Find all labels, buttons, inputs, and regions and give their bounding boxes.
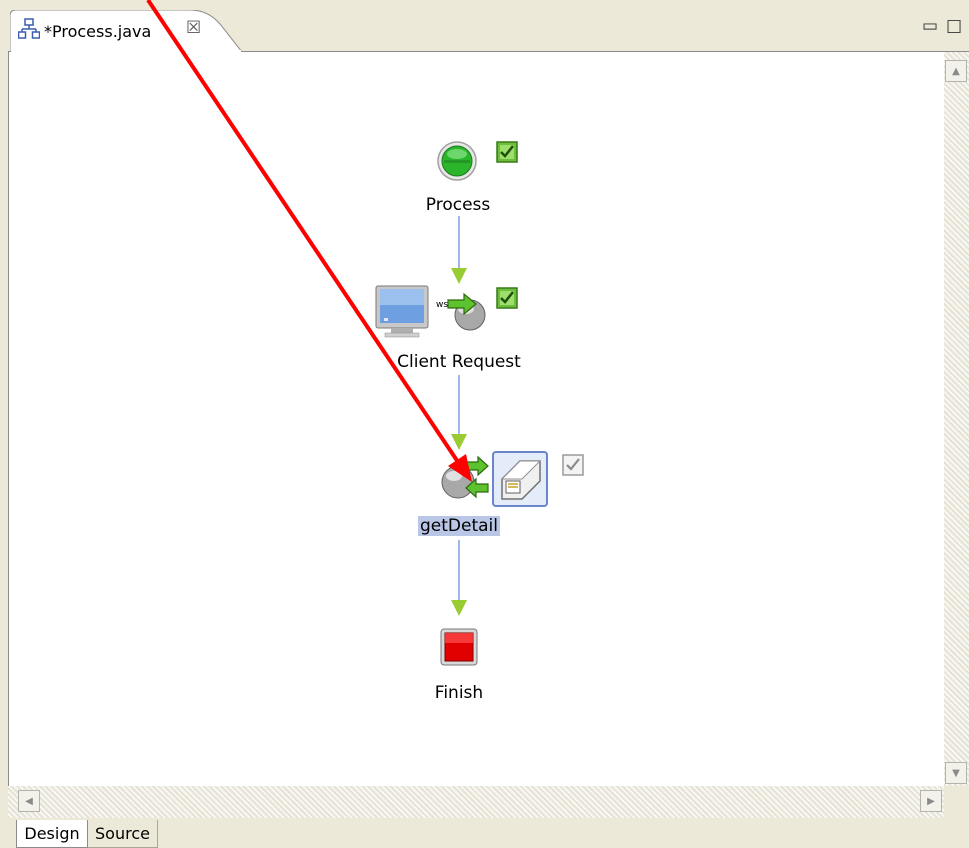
- scroll-right-icon[interactable]: ▶: [920, 790, 942, 812]
- scroll-up-icon[interactable]: ▲: [945, 60, 967, 82]
- vertical-scrollbar[interactable]: [944, 52, 969, 786]
- node-label-getdetail[interactable]: getDetail: [418, 516, 500, 536]
- client-request-icon[interactable]: [375, 285, 431, 339]
- validated-check-icon: [496, 141, 518, 163]
- minimize-icon[interactable]: ▭: [922, 16, 938, 36]
- process-diagram-icon: [18, 18, 40, 39]
- validated-check-icon: [496, 287, 518, 309]
- svg-text:ws: ws: [436, 300, 448, 310]
- invoke-service-icon: [441, 456, 489, 499]
- network-port-icon[interactable]: [496, 455, 544, 503]
- node-label-finish[interactable]: Finish: [435, 683, 483, 703]
- maximize-icon[interactable]: □: [946, 16, 962, 36]
- start-node-icon[interactable]: [436, 140, 478, 182]
- unvalidated-check-icon: [562, 454, 584, 476]
- scroll-down-icon[interactable]: ▼: [945, 762, 967, 784]
- tab-source[interactable]: Source: [88, 820, 158, 848]
- receive-message-icon: ws: [436, 292, 486, 331]
- tab-design[interactable]: Design: [16, 820, 88, 848]
- scroll-corner: [944, 786, 969, 818]
- node-label-process[interactable]: Process: [426, 195, 491, 215]
- editor-tab-title: *Process.java: [44, 22, 152, 41]
- scroll-left-icon[interactable]: ◀: [18, 790, 40, 812]
- horizontal-scrollbar[interactable]: [8, 786, 944, 818]
- close-icon[interactable]: ☒: [186, 18, 201, 38]
- node-label-client-request[interactable]: Client Request: [397, 352, 521, 372]
- finish-node-icon[interactable]: [440, 628, 478, 666]
